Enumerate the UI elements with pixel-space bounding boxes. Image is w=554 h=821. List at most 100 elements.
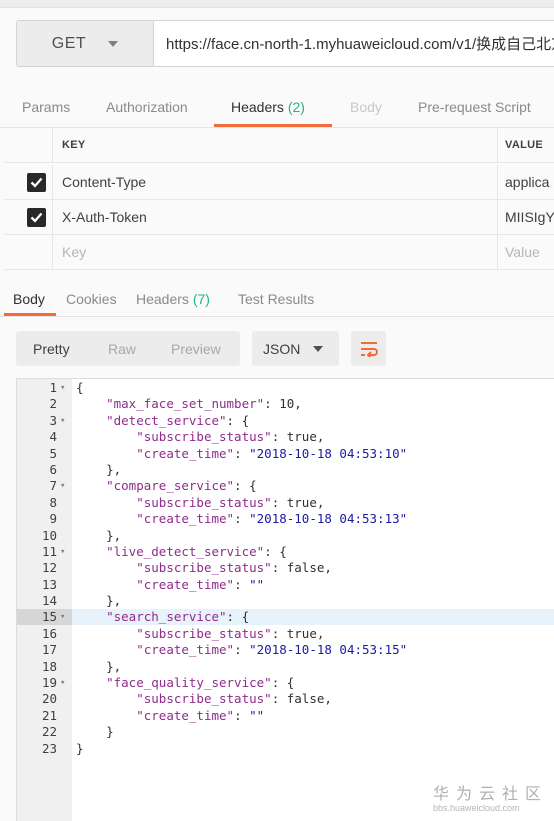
code-line: 5 "create_time": "2018-10-18 04:53:10" [17, 446, 554, 462]
tab-pre-request-script[interactable]: Pre-request Script [418, 99, 531, 115]
line-number: 11 [41, 543, 57, 559]
code-line: 3 ▾ "detect_service": { [17, 413, 554, 429]
code-line: 22 } [17, 724, 554, 740]
watermark-title: 华为云社区 [433, 786, 549, 803]
tab-body[interactable]: Body [350, 99, 382, 115]
line-number: 23 [41, 740, 57, 756]
line-number: 5 [49, 445, 57, 461]
tab-headers[interactable]: Headers (2) [231, 99, 305, 115]
code-line: 19 ▾ "face_quality_service": { [17, 675, 554, 691]
url-input[interactable]: https://face.cn-north-1.myhuaweicloud.co… [154, 21, 554, 66]
response-tabs: Body Cookies Headers (7) Test Results [0, 283, 554, 317]
view-mode-group: Pretty Raw Preview [16, 331, 240, 366]
code-text: "subscribe_status": true, [136, 429, 325, 445]
fold-arrow-icon[interactable]: ▾ [57, 544, 72, 560]
watermark-url: bbs.huaweicloud.com [433, 803, 520, 813]
tab-count: (2) [287, 99, 305, 115]
tab-test-results[interactable]: Test Results [238, 291, 314, 307]
code-line: 12 "subscribe_status": false, [17, 560, 554, 576]
table-row: Content-Type applica [5, 165, 554, 200]
code-line: 15 ▾ "search_service": { [17, 609, 554, 625]
code-line: 23} [17, 741, 554, 757]
tab-label: Test Results [238, 291, 315, 307]
fold-arrow-icon[interactable]: ▾ [57, 609, 72, 625]
checkmark-icon [30, 212, 43, 223]
line-number: 20 [41, 691, 57, 707]
raw-button[interactable]: Raw [108, 341, 136, 357]
new-key-input[interactable]: Key [53, 235, 498, 269]
table-row-new: Key Value [5, 235, 554, 270]
header-key-cell[interactable]: Content-Type [53, 165, 498, 199]
key-column-header: KEY [53, 128, 498, 162]
tab-response-body[interactable]: Body [13, 291, 45, 307]
code-text: }, [76, 658, 122, 674]
code-line: 13 "create_time": "" [17, 577, 554, 593]
tab-label: Body [13, 291, 45, 307]
line-number: 10 [41, 527, 57, 543]
line-number: 21 [41, 707, 57, 723]
code-line: 8 "subscribe_status": true, [17, 495, 554, 511]
fold-arrow-icon[interactable]: ▾ [57, 478, 72, 494]
response-body-editor[interactable]: 1 ▾{2 "max_face_set_number": 10, 3 ▾ "detec… [16, 378, 554, 821]
format-label: JSON [263, 340, 301, 357]
checkbox[interactable] [27, 208, 46, 227]
checkmark-icon [30, 177, 43, 188]
code-text: "create_time": "" [136, 576, 265, 592]
format-dropdown[interactable]: JSON [252, 331, 339, 366]
code-text: "max_face_set_number": 10, [106, 396, 302, 412]
code-line: 2 "max_face_set_number": 10, [17, 396, 554, 412]
code-text: "subscribe_status": true, [136, 625, 325, 641]
header-value-cell[interactable]: MIISIgY [498, 200, 554, 234]
tab-count: (7) [192, 291, 210, 307]
line-number: 4 [49, 429, 57, 445]
fold-arrow-icon[interactable]: ▾ [57, 413, 72, 429]
line-number: 12 [41, 560, 57, 576]
line-number: 9 [49, 511, 57, 527]
method-label: GET [51, 34, 87, 52]
line-number: 15 [41, 609, 57, 625]
chevron-down-icon [313, 346, 323, 352]
pretty-button[interactable]: Pretty [33, 341, 70, 357]
line-number: 18 [41, 658, 57, 674]
chevron-down-icon [108, 40, 119, 47]
checkbox[interactable] [27, 173, 46, 192]
code-line: 10 }, [17, 528, 554, 544]
code-line: 20 "subscribe_status": false, [17, 691, 554, 707]
fold-arrow-icon[interactable]: ▾ [57, 380, 72, 396]
code-line: 11 ▾ "live_detect_service": { [17, 544, 554, 560]
table-header-row: KEY VALUE [5, 128, 554, 163]
line-number: 19 [41, 675, 57, 691]
preview-button[interactable]: Preview [171, 341, 221, 357]
tab-label: Cookies [66, 291, 117, 307]
wrap-lines-button[interactable] [351, 331, 386, 366]
tab-authorization[interactable]: Authorization [106, 99, 188, 115]
code-line: 9 "create_time": "2018-10-18 04:53:13" [17, 511, 554, 527]
tab-params[interactable]: Params [22, 99, 70, 115]
code-line: 4 "subscribe_status": true, [17, 429, 554, 445]
top-strip [0, 0, 554, 8]
new-value-input[interactable]: Value [498, 235, 554, 269]
fold-arrow-icon[interactable]: ▾ [57, 675, 72, 691]
line-number: 7 [49, 478, 57, 494]
code-lines: 1 ▾{2 "max_face_set_number": 10, 3 ▾ "detec… [17, 380, 554, 757]
code-text: "face_quality_service": { [106, 675, 295, 691]
code-text: } [76, 740, 84, 756]
code-line: 14 }, [17, 593, 554, 609]
code-text: } [76, 724, 114, 740]
header-key-cell[interactable]: X-Auth-Token [53, 200, 498, 234]
tab-response-headers[interactable]: Headers (7) [136, 291, 210, 307]
code-text: "live_detect_service": { [106, 543, 287, 559]
line-number: 14 [41, 593, 57, 609]
request-bar: GET https://face.cn-north-1.myhuaweiclou… [16, 20, 554, 67]
tab-cookies[interactable]: Cookies [66, 291, 117, 307]
header-value-cell[interactable]: applica [498, 165, 554, 199]
method-dropdown[interactable]: GET [17, 21, 154, 66]
code-line: 1 ▾ { [17, 380, 554, 396]
